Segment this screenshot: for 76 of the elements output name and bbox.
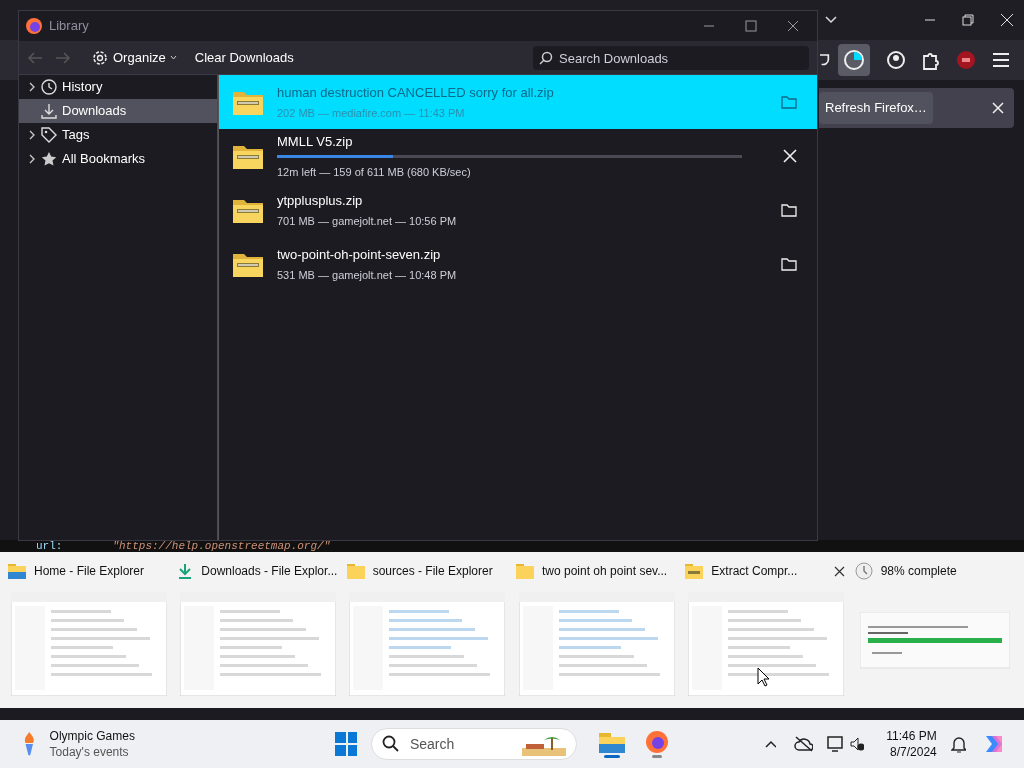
zip-folder-icon bbox=[233, 89, 263, 115]
sidebar-item[interactable]: History bbox=[19, 75, 217, 99]
firefox-icon[interactable] bbox=[644, 730, 669, 754]
clock-icon bbox=[41, 79, 57, 95]
window-title[interactable]: Extract Compr... bbox=[711, 562, 798, 580]
organize-button[interactable]: Organize bbox=[91, 47, 177, 68]
zip-folder-icon bbox=[233, 251, 263, 277]
restore-icon[interactable] bbox=[962, 14, 974, 26]
window-title[interactable]: 98% complete bbox=[880, 562, 957, 580]
code-string: "https://help.openstreetmap.org/" bbox=[112, 540, 331, 552]
file-name: MMLL V5.zip bbox=[277, 132, 354, 151]
bell-icon[interactable] bbox=[950, 735, 966, 753]
folder-icon bbox=[8, 563, 26, 579]
chevron-right-icon[interactable] bbox=[29, 130, 35, 140]
widget-title[interactable]: Olympic Games bbox=[49, 728, 143, 744]
download-item[interactable]: MMLL V5.zip 12m left — 159 of 611 MB (680 KB/sec) bbox=[219, 129, 817, 183]
cloud-off-icon[interactable] bbox=[794, 736, 813, 752]
widget-subtitle[interactable]: Today's events bbox=[49, 744, 143, 760]
monitor-icon[interactable] bbox=[826, 735, 844, 753]
puzzle-icon[interactable] bbox=[922, 50, 940, 70]
window-title[interactable]: two point oh point sev... bbox=[542, 562, 668, 580]
sidebar-item[interactable]: Tags bbox=[19, 123, 217, 147]
sidebar-item[interactable]: All Bookmarks bbox=[19, 147, 217, 171]
clock-date[interactable]: 8/7/2024 bbox=[890, 744, 937, 760]
firefox-logo-icon bbox=[25, 17, 43, 35]
close-icon[interactable] bbox=[833, 565, 845, 577]
zip-folder-icon bbox=[233, 143, 263, 169]
caret-icon bbox=[169, 55, 177, 60]
clock-icon bbox=[854, 562, 873, 580]
refresh-firefox-button[interactable]: Refresh Firefox… bbox=[819, 92, 933, 124]
search-icon bbox=[381, 735, 400, 753]
close-icon[interactable] bbox=[787, 20, 799, 32]
download-status: 531 MB — gamejolt.net — 10:48 PM bbox=[277, 268, 458, 283]
window-title[interactable]: Home - File Explorer bbox=[34, 562, 145, 580]
chevron-down-icon[interactable] bbox=[824, 15, 838, 25]
file-explorer-icon[interactable] bbox=[598, 730, 625, 753]
file-name: two-point-oh-point-seven.zip bbox=[277, 245, 442, 264]
taskbar-search-field[interactable]: Search bbox=[370, 728, 577, 760]
tag-icon bbox=[41, 127, 57, 143]
maximize-icon[interactable] bbox=[745, 20, 757, 32]
clear-downloads-button[interactable]: Clear Downloads bbox=[194, 47, 294, 68]
chevron-right-icon[interactable] bbox=[29, 82, 35, 92]
sidebar-item[interactable]: Downloads bbox=[19, 99, 217, 123]
zip-folder-icon bbox=[233, 197, 263, 223]
window-title: Library bbox=[49, 17, 89, 36]
window-title[interactable]: sources - File Explorer bbox=[372, 562, 493, 580]
search-icon bbox=[539, 50, 553, 65]
file-name: ytpplusplus.zip bbox=[277, 191, 364, 210]
menu-icon[interactable] bbox=[992, 52, 1010, 68]
shield-extension-icon[interactable] bbox=[956, 50, 976, 70]
download-status: 12m left — 159 of 611 MB (680 KB/sec) bbox=[277, 165, 472, 180]
download-item[interactable]: ytpplusplus.zip 701 MB — gamejolt.net — 10:56 PM bbox=[219, 183, 817, 237]
download-status: 701 MB — gamejolt.net — 10:56 PM bbox=[277, 214, 458, 229]
file-name: human destruction CANCELLED sorry for all.zip bbox=[277, 83, 555, 102]
download-item[interactable]: human destruction CANCELLED sorry for all.zip 202 MB — mediafire.com — 11:43 PM bbox=[219, 75, 817, 129]
mouse-cursor-icon bbox=[757, 667, 771, 687]
zip-folder-icon bbox=[685, 563, 704, 579]
gear-icon bbox=[91, 48, 109, 67]
account-icon[interactable] bbox=[886, 50, 906, 70]
clock-time[interactable]: 11:46 PM bbox=[886, 728, 937, 744]
windows-start-icon[interactable] bbox=[334, 732, 357, 756]
speaker-muted-icon[interactable] bbox=[849, 736, 865, 752]
folder-icon bbox=[516, 563, 534, 579]
chevron-right-icon[interactable] bbox=[29, 154, 35, 164]
download-item[interactable]: two-point-oh-point-seven.zip 531 MB — gamejolt.net — 10:48 PM bbox=[219, 237, 817, 291]
download-icon bbox=[41, 103, 57, 119]
code-key: url: bbox=[36, 540, 63, 552]
folder-icon bbox=[346, 563, 365, 579]
window-title[interactable]: Downloads - File Explor... bbox=[201, 562, 338, 580]
search-field[interactable]: Search Downloads bbox=[533, 46, 809, 70]
chevron-up-icon[interactable] bbox=[764, 740, 777, 748]
download-progress-button[interactable] bbox=[838, 44, 870, 76]
download-status: 202 MB — mediafire.com — 11:43 PM bbox=[277, 106, 466, 121]
download-icon bbox=[177, 563, 194, 579]
cancel-icon[interactable] bbox=[783, 149, 797, 163]
star-icon bbox=[41, 151, 57, 167]
